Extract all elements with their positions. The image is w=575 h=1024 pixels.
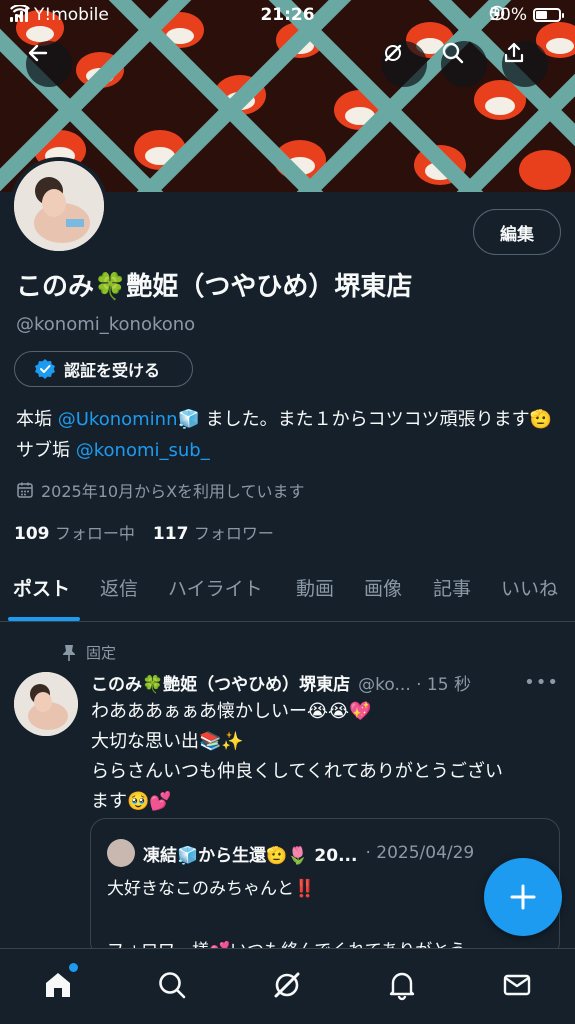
nav-explore[interactable]	[154, 967, 190, 1003]
grok-button[interactable]	[381, 41, 427, 87]
active-tab-indicator	[8, 617, 80, 621]
back-arrow-icon	[28, 44, 48, 62]
pinned-indicator: 固定	[62, 642, 116, 663]
tab-articles[interactable]: 記事	[433, 574, 471, 601]
search-button[interactable]	[441, 41, 487, 87]
following-link[interactable]: 109 フォロー中	[14, 520, 135, 544]
messages-icon	[503, 974, 531, 996]
quoted-author-name: 凍結🧊から生還🫡🌷 20...	[143, 845, 358, 866]
tab-likes[interactable]: いいね	[501, 574, 558, 601]
profile-tabs: ポスト 返信 ハイライト 動画 画像 記事 いいね	[0, 556, 575, 622]
joined-date: 2025年10月からXを利用しています	[16, 478, 305, 502]
tweet-avatar-image	[14, 672, 78, 736]
tweet-line: わあああぁぁあ懐かしいー😭😭💖	[91, 701, 372, 722]
calendar-icon	[17, 482, 33, 498]
avatar-image	[14, 161, 104, 251]
status-bar: Y!mobile 21:26 50%	[0, 0, 575, 34]
tweet-meta: @ko... · 15 秒	[358, 675, 471, 695]
quoted-date: · 2025/04/29	[365, 843, 475, 863]
following-label: フォロー中	[54, 524, 135, 543]
home-notification-dot	[69, 963, 78, 972]
explore-icon	[159, 972, 186, 999]
get-verified-button[interactable]: 認証を受ける	[14, 351, 193, 387]
joined-text: 2025年10月からXを利用しています	[41, 482, 305, 501]
bottom-navigation	[0, 948, 575, 1024]
nav-messages[interactable]	[499, 967, 535, 1003]
share-button[interactable]	[502, 41, 548, 87]
quoted-avatar	[107, 839, 135, 867]
profile-banner[interactable]: Y!mobile 21:26 50%	[0, 0, 575, 192]
followers-link[interactable]: 117 フォロワー	[153, 520, 274, 544]
quoted-text: 大好きなこのみちゃんと‼️ フォロワー様💕いつも絡んでくれてありがとう	[107, 874, 466, 957]
grok-nav-icon	[274, 972, 300, 998]
nav-home[interactable]	[40, 963, 78, 1003]
compose-button[interactable]	[484, 858, 562, 936]
tweet-header: このみ🍀艶姫（つやひめ）堺東店 @ko... · 15 秒	[91, 670, 561, 695]
orientation-lock-icon	[489, 5, 505, 21]
quoted-line: 大好きなこのみちゃんと‼️	[107, 879, 316, 899]
bio-text: 本垢	[16, 409, 58, 430]
quoted-line	[107, 905, 466, 936]
get-verified-label: 認証を受ける	[64, 361, 161, 380]
follow-stats: 109 フォロー中 117 フォロワー	[14, 520, 274, 544]
edit-profile-button[interactable]: 編集	[473, 209, 561, 255]
bio-mention-main[interactable]: @Ukonominn	[58, 409, 178, 430]
bio-mention-sub[interactable]: @konomi_sub_	[76, 440, 210, 461]
tweet-line: ららさんいつも仲良くしてくれてありがとうござい	[91, 761, 503, 782]
tweet-line: ます🥹💕	[91, 791, 172, 812]
tab-videos[interactable]: 動画	[296, 574, 334, 601]
nav-grok[interactable]	[269, 967, 305, 1003]
more-icon[interactable]: •••	[524, 672, 559, 693]
followers-count: 117	[152, 524, 189, 544]
quoted-tweet-header: 凍結🧊から生還🫡🌷 20... · 2025/04/29	[107, 839, 537, 867]
tab-media[interactable]: 画像	[364, 574, 402, 601]
profile-avatar[interactable]	[10, 157, 108, 255]
tweet-text: わあああぁぁあ懐かしいー😭😭💖 大切な思い出📚✨ ららさんいつも仲良くしてくれて…	[91, 697, 561, 817]
nav-notifications[interactable]	[384, 967, 420, 1003]
tab-posts[interactable]: ポスト	[13, 574, 70, 601]
profile-bio: 本垢 @Ukonominn🧊 ました。また１からコツコツ頑張ります🫡 サブ垢 @…	[16, 404, 566, 466]
share-icon	[504, 42, 524, 63]
battery-icon	[533, 8, 564, 22]
notifications-icon	[389, 972, 415, 1001]
compose-plus-icon	[510, 884, 536, 910]
profile-handle: @konomi_konokono	[16, 314, 196, 335]
pin-icon	[63, 644, 75, 661]
back-button[interactable]	[26, 41, 72, 87]
pinned-label: 固定	[86, 644, 117, 662]
tab-highlights[interactable]: ハイライト	[168, 574, 263, 601]
verified-badge-icon	[35, 359, 55, 379]
home-icon	[46, 973, 70, 997]
tab-replies[interactable]: 返信	[100, 574, 138, 601]
tweet-line: 大切な思い出📚✨	[91, 731, 244, 752]
following-count: 109	[14, 524, 50, 544]
profile-display-name: このみ🍀艶姫（つやひめ）堺東店	[16, 272, 413, 302]
tweet-avatar[interactable]	[14, 672, 78, 736]
followers-label: フォロワー	[193, 524, 274, 543]
grok-icon	[384, 44, 402, 62]
search-icon	[442, 42, 464, 64]
tweet-author-name[interactable]: このみ🍀艶姫（つやひめ）堺東店	[91, 670, 350, 695]
